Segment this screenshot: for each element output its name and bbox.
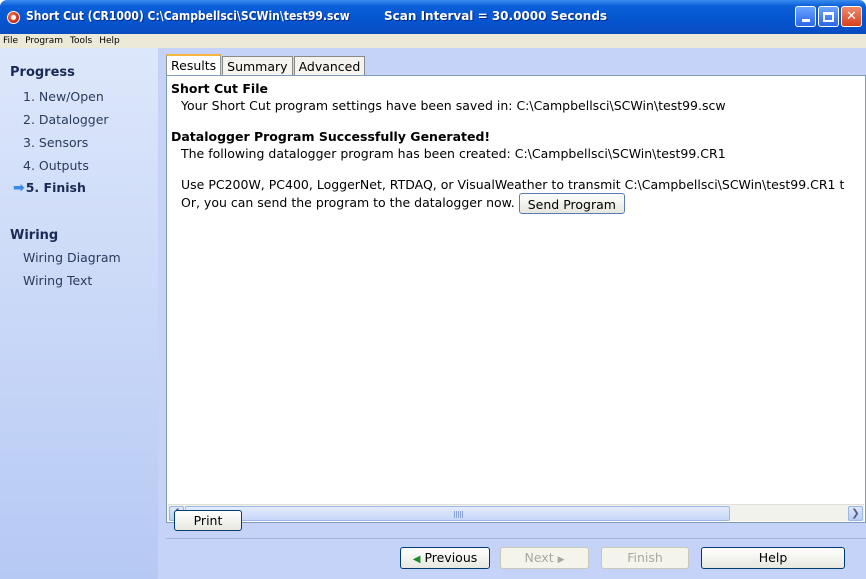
close-button[interactable]: ✕ [841,6,862,27]
tab-results[interactable]: Results [166,54,222,76]
next-button[interactable]: Next ▶ [500,547,589,569]
results-panel: Short Cut File Your Short Cut program se… [166,75,866,523]
sidebar-item-new-open[interactable]: 1. New/Open [23,89,104,104]
window-body: Progress 1. New/Open 2. Datalogger 3. Se… [0,48,866,579]
footer-divider [166,538,866,539]
program-created-text: The following datalogger program has bee… [181,146,726,161]
sidebar-item-datalogger[interactable]: 2. Datalogger [23,112,109,127]
previous-button[interactable]: ◀ Previous [400,547,490,569]
help-button[interactable]: Help [701,547,845,569]
results-content: Short Cut File Your Short Cut program se… [171,80,865,500]
current-step-arrow-icon: ➡ [13,180,25,196]
maximize-icon [823,11,834,22]
close-icon: ✕ [846,9,857,24]
previous-arrow-icon: ◀ [412,554,421,565]
scroll-thumb[interactable] [185,506,730,521]
next-button-label: Next [524,550,554,565]
print-button[interactable]: Print [174,510,242,531]
app-icon [7,11,20,24]
menu-bar: File Program Tools Help [0,34,866,48]
tab-summary[interactable]: Summary [222,56,293,76]
transmit-text: Use PC200W, PC400, LoggerNet, RTDAQ, or … [181,177,845,192]
menu-program[interactable]: Program [25,36,63,46]
sidebar-item-finish-label: 5. Finish [25,180,86,195]
menu-tools[interactable]: Tools [70,36,92,46]
wiring-heading: Wiring [10,228,59,243]
minimize-button[interactable] [795,6,816,27]
settings-saved-text: Your Short Cut program settings have bee… [181,98,726,113]
sidebar-item-sensors[interactable]: 3. Sensors [23,135,88,150]
menu-file[interactable]: File [3,36,18,46]
tab-strip: Results Summary Advanced [166,54,366,76]
menu-help[interactable]: Help [99,36,120,46]
window-title: Short Cut (CR1000) C:\Campbellsci\SCWin\… [26,9,350,23]
previous-button-label: Previous [424,550,478,565]
send-text: Or, you can send the program to the data… [181,195,515,210]
horizontal-scrollbar[interactable]: ❮ ❯ [168,504,864,521]
main-area: Results Summary Advanced Short Cut File … [158,48,866,579]
tab-advanced[interactable]: Advanced [293,56,366,76]
next-arrow-icon: ▶ [557,555,565,565]
maximize-button[interactable] [818,6,839,27]
progress-heading: Progress [10,65,75,80]
sidebar-item-wiring-diagram[interactable]: Wiring Diagram [23,250,121,265]
finish-button[interactable]: Finish [601,547,689,569]
minimize-icon [801,19,810,22]
sidebar: Progress 1. New/Open 2. Datalogger 3. Se… [0,48,158,579]
short-cut-file-heading: Short Cut File [171,81,268,96]
sidebar-item-wiring-text[interactable]: Wiring Text [23,273,92,288]
scroll-right-icon[interactable]: ❯ [848,506,863,521]
send-row: Or, you can send the program to the data… [171,193,865,214]
sidebar-item-outputs[interactable]: 4. Outputs [23,158,89,173]
send-program-button[interactable]: Send Program [518,193,625,214]
scroll-grip-icon [454,511,463,518]
scan-interval: Scan Interval = 30.0000 Seconds [384,9,608,23]
title-bar[interactable]: Short Cut (CR1000) C:\Campbellsci\SCWin\… [0,0,866,34]
sidebar-item-finish[interactable]: ➡5. Finish [13,180,86,196]
program-generated-heading: Datalogger Program Successfully Generate… [171,129,491,144]
